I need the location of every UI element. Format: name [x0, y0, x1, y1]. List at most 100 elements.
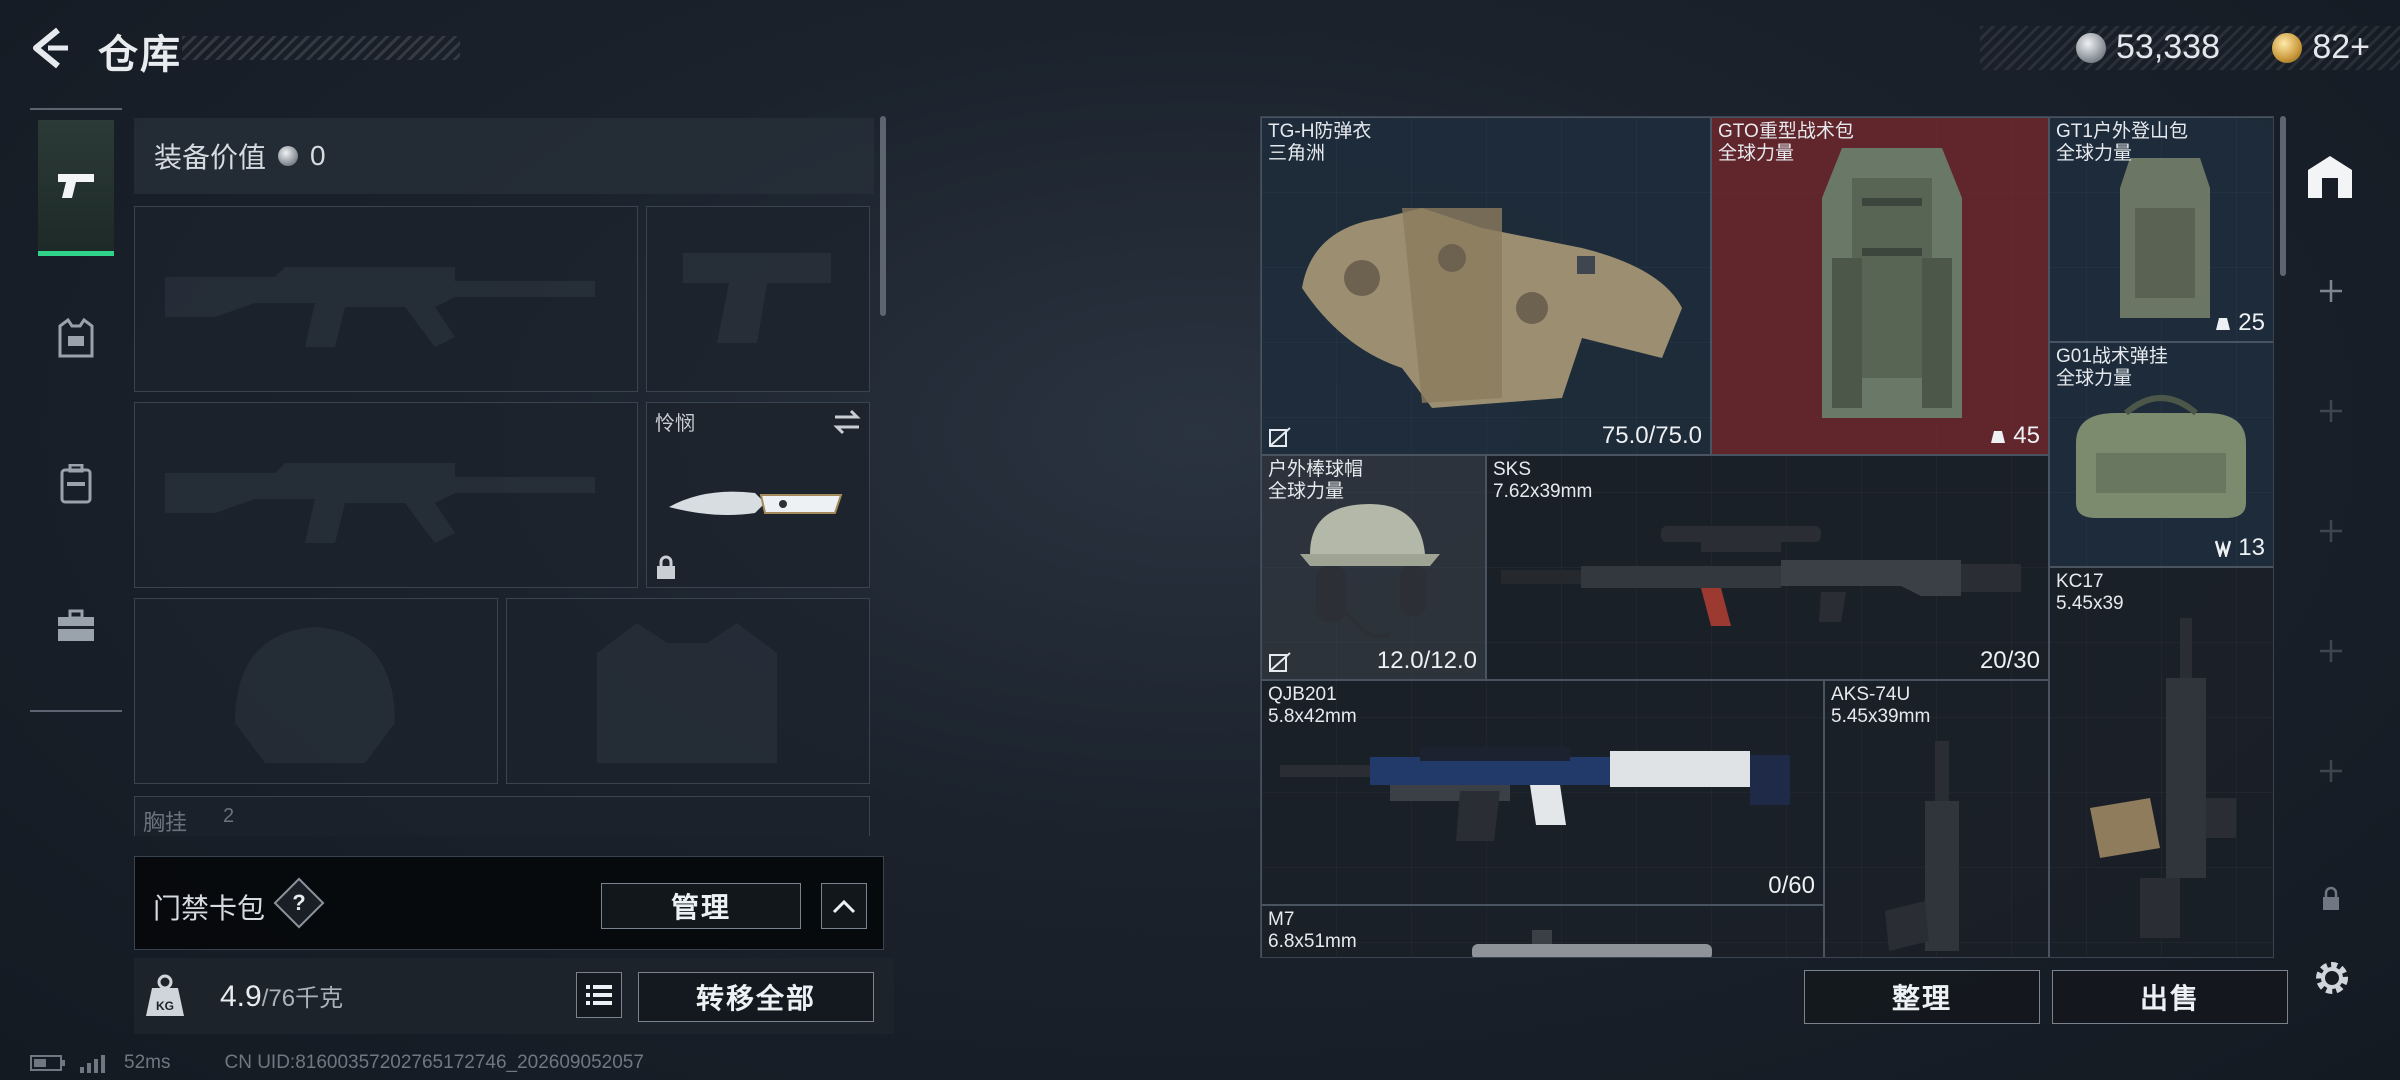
add-page-icon[interactable]: [2316, 636, 2346, 666]
stash-item[interactable]: AKS-74U 5.45x39mm: [1824, 680, 2049, 957]
equipment-value: 0: [310, 140, 326, 171]
item-name: TG-H防弹衣 三角洲: [1268, 121, 1372, 164]
stash-item[interactable]: TG-H防弹衣 三角洲 75.0/75.0: [1261, 117, 1711, 455]
item-name: KC17 5.45x39: [2056, 571, 2124, 614]
chest-rig-slot[interactable]: 胸挂 2: [134, 796, 870, 836]
rail-backpack[interactable]: [38, 416, 114, 552]
equipment-value-row: 装备价值 0: [134, 118, 874, 194]
rail-weapons[interactable]: [38, 120, 114, 256]
add-page-icon[interactable]: [2316, 756, 2346, 786]
item-capacity-value: 25: [2238, 309, 2265, 336]
stash-item[interactable]: GT1户外登山包 全球力量 25: [2049, 117, 2273, 342]
lock-icon: [657, 555, 675, 579]
settings-gear-icon[interactable]: [2310, 956, 2354, 1000]
transfer-all-button[interactable]: 转移全部: [638, 972, 874, 1022]
item-capacity-value: 45: [2013, 422, 2040, 449]
title-decoration: [182, 36, 460, 60]
lock-icon: [2323, 886, 2339, 910]
item-name: 户外棒球帽 全球力量: [1268, 459, 1364, 502]
weight-max: /76千克: [261, 985, 344, 1012]
stash-item[interactable]: 户外棒球帽 全球力量 12.0/12.0: [1261, 455, 1486, 680]
helmet-slot[interactable]: [134, 598, 498, 784]
machinegun-qjb201-icon: [1280, 747, 1790, 841]
equipment-scrollbar[interactable]: [880, 116, 886, 316]
sell-button[interactable]: 出售: [2052, 970, 2288, 1024]
item-capacity: 45: [1989, 422, 2040, 450]
duffel-bag-icon: [2076, 395, 2246, 518]
item-ammo: 20/30: [1979, 647, 2040, 674]
stash-grid: TG-H防弹衣 三角洲 75.0/75.0 GTO重型战术包 全球力量 45 G…: [1260, 116, 2274, 958]
pistol-silhouette-icon: [683, 253, 831, 343]
weight-bar: KG 4.9/76千克 转移全部: [134, 958, 894, 1034]
pistol-icon: [58, 173, 94, 198]
item-name: G01战术弹挂 全球力量: [2056, 346, 2168, 389]
item-durability: 75.0/75.0: [1601, 422, 1702, 449]
uid-text: CN UID:8160035720276517274​6_20260905205…: [224, 1052, 644, 1073]
item-name: SKS 7.62x39mm: [1493, 459, 1593, 502]
no-repair-icon: [1269, 427, 1291, 447]
weight-value: 4.9/76千克: [220, 978, 343, 1014]
secondary-weapon-slot[interactable]: [134, 402, 638, 588]
armor-vest-icon: [1302, 208, 1682, 408]
capacity-icon: [1991, 431, 2006, 443]
item-capacity: 13: [2214, 534, 2265, 562]
add-page-icon[interactable]: [2316, 396, 2346, 426]
rifle-silhouette-icon: [165, 463, 595, 543]
battery-icon: [30, 1055, 65, 1071]
vest-icon: [58, 318, 94, 358]
stash-item[interactable]: SKS 7.62x39mm 20/30: [1486, 455, 2049, 680]
armor-slot[interactable]: [506, 598, 870, 784]
stash-page-rail: [2286, 116, 2376, 958]
item-name: M7 6.8x51mm: [1268, 909, 1357, 952]
silver-coin-icon: [2076, 32, 2106, 63]
rifle-kc17-icon: [2090, 618, 2236, 938]
backpack-icon: [60, 464, 92, 504]
knife-icon: [669, 491, 843, 515]
stash-item[interactable]: QJB201 5.8x42mm 0/60: [1261, 680, 1824, 905]
stash-home-icon[interactable]: [2304, 152, 2356, 200]
list-view-button[interactable]: [576, 972, 622, 1018]
stash-item[interactable]: GTO重型战术包 全球力量 45: [1711, 117, 2049, 455]
silver-currency: 53,338: [2076, 28, 2220, 67]
cap-headset-icon: [1300, 504, 1440, 639]
add-page-icon[interactable]: [2316, 516, 2346, 546]
page-title: 仓库: [98, 33, 182, 77]
item-name: GT1户外登山包 全球力量: [2056, 121, 2188, 164]
keycard-label: 门禁卡包: [153, 893, 266, 924]
silver-amount: 53,338: [2116, 28, 2220, 66]
status-line: 52ms CN UID:8160035720276517274​6_202609…: [30, 1052, 644, 1074]
add-page-icon[interactable]: [2316, 276, 2346, 306]
equipment-value-label: 装备价值: [154, 142, 267, 173]
chest-rig-label: 胸挂: [143, 810, 188, 835]
item-durability: 12.0/12.0: [1376, 647, 1477, 674]
pistol-slot[interactable]: [646, 206, 870, 392]
helmet-silhouette-icon: [235, 627, 395, 763]
rail-case[interactable]: [38, 558, 114, 694]
vest-silhouette-icon: [597, 623, 777, 763]
rifle-sks-icon: [1501, 526, 2021, 626]
stash-item[interactable]: KC17 5.45x39: [2049, 567, 2273, 957]
no-repair-icon: [1269, 652, 1291, 672]
silver-coin-icon: [278, 146, 299, 166]
manage-button[interactable]: 管理: [601, 883, 801, 929]
stash-item[interactable]: G01战术弹挂 全球力量 13: [2049, 342, 2273, 567]
ping-value: 52ms: [124, 1052, 171, 1073]
gold-currency[interactable]: 82+: [2272, 28, 2370, 67]
rig-capacity-icon: [2215, 540, 2232, 557]
rail-armor[interactable]: [38, 270, 114, 406]
help-icon[interactable]: ?: [273, 877, 325, 929]
chevron-up-icon: [832, 899, 856, 914]
melee-slot[interactable]: 怜悯: [646, 402, 870, 588]
swap-icon[interactable]: [833, 409, 861, 435]
list-icon: [586, 985, 612, 1005]
briefcase-icon: [58, 609, 94, 641]
weight-current: 4.9: [220, 980, 262, 1013]
collapse-button[interactable]: [821, 883, 867, 929]
item-capacity-value: 13: [2238, 534, 2265, 561]
chest-rig-count: 2: [223, 805, 235, 827]
sort-button[interactable]: 整理: [1804, 970, 2040, 1024]
primary-weapon-slot[interactable]: [134, 206, 638, 392]
back-arrow-icon[interactable]: [28, 26, 72, 70]
stash-item[interactable]: M7 6.8x51mm: [1261, 905, 1824, 957]
item-ammo: 0/60: [1768, 872, 1815, 899]
